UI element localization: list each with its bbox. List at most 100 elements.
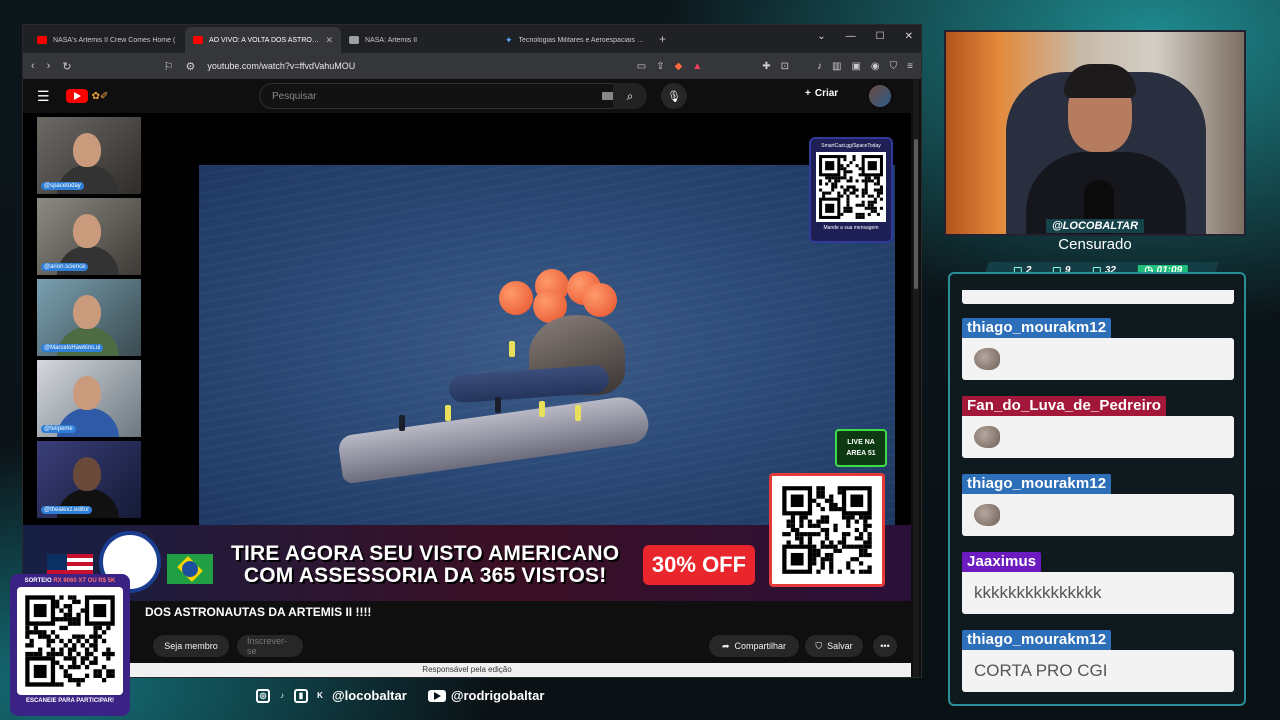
extensions-icon[interactable]: ✚	[762, 61, 770, 72]
qr-code	[17, 587, 123, 695]
hamburger-menu-icon[interactable]: ☰	[37, 88, 50, 105]
wallet-icon[interactable]: ▣	[851, 61, 860, 72]
account-avatar[interactable]	[869, 85, 891, 107]
vpn-icon[interactable]: ◉	[871, 61, 880, 72]
edit-notice: Responsável pela edição	[23, 663, 911, 677]
rewards-icon[interactable]: ▲	[692, 61, 702, 72]
seal-emote-icon	[974, 348, 1000, 370]
chat-message-body	[962, 494, 1234, 536]
nasa-favicon-icon	[349, 36, 359, 44]
live-badge-line1: LIVE NA	[847, 439, 875, 446]
create-label: Criar	[814, 88, 839, 99]
cast-icon[interactable]: ▭	[637, 61, 646, 72]
participant-handle: @thealexz.editor	[41, 506, 93, 514]
search-input[interactable]: Pesquisar	[259, 83, 627, 109]
share-arrow-icon: ➦	[721, 640, 730, 651]
create-button[interactable]: + Criar	[805, 88, 838, 99]
kick-icon: K	[317, 691, 323, 700]
brave-shield-icon[interactable]: ◆	[675, 61, 683, 72]
seal-emote-icon	[974, 504, 1000, 526]
share-button[interactable]: ➦ Compartilhar	[709, 635, 799, 657]
tab-nasa-artemis[interactable]: NASA: Artemis II	[341, 27, 497, 53]
chat-username[interactable]: thiago_mourakm12	[962, 318, 1112, 338]
giveaway-prefix: SORTEIO	[24, 578, 52, 584]
save-button[interactable]: ⛉ Salvar	[805, 635, 863, 657]
participant-handle: @felipeme	[41, 425, 76, 433]
url-field[interactable]: youtube.com/watch?v=ffvdVahuMOU	[207, 61, 624, 71]
more-actions-button[interactable]: •••	[873, 635, 897, 657]
music-icon[interactable]: ♪	[817, 61, 822, 72]
tab-title: NASA: Artemis II	[365, 36, 418, 44]
youtube-icon	[427, 689, 446, 702]
giveaway-title: SORTEIO RX 9060 XT OU R$ 5K	[14, 578, 126, 584]
share-icon[interactable]: ⇪	[656, 61, 664, 72]
crew-member	[495, 397, 501, 413]
youtube-page: ☰ ✿✐ Pesquisar ⌕ 🎙︎ + Criar @spacetoday …	[23, 79, 921, 677]
youtube-logo-icon[interactable]	[65, 89, 88, 103]
chat-message-body	[962, 416, 1234, 458]
smartcast-url: SmartCast.gg/SpaceToday	[821, 143, 881, 149]
chat-username[interactable]: Jaaximus	[962, 552, 1042, 572]
minimize-icon[interactable]: —	[846, 31, 856, 42]
scrollbar-thumb[interactable]	[914, 139, 918, 289]
smartcast-qr-panel[interactable]: SmartCast.gg/SpaceToday Mande a sua mens…	[809, 137, 893, 243]
screenshot-icon[interactable]: ⊡	[781, 61, 789, 72]
join-label: Seja membro	[164, 641, 218, 651]
doodle-icon[interactable]: ✿✐	[92, 91, 109, 102]
close-tab-icon[interactable]: ✕	[325, 35, 333, 46]
crew-member	[575, 405, 581, 421]
shield-icon[interactable]: ⛉	[890, 61, 898, 72]
video-player[interactable]: @spacetoday @arion.science @MarceloHawki…	[23, 113, 911, 601]
crew-member	[399, 415, 405, 431]
chat-username[interactable]: thiago_mourakm12	[962, 630, 1112, 650]
banner-qr-panel[interactable]	[769, 473, 885, 587]
streamer-hair	[1064, 64, 1136, 98]
previous-message-fragment	[962, 290, 1234, 304]
plus-icon: +	[805, 88, 811, 99]
participant-handle: @spacetoday	[41, 182, 84, 190]
uprighting-balloon	[583, 283, 617, 317]
chat-username[interactable]: thiago_mourakm12	[962, 474, 1112, 494]
tab-title: AO VIVO: A VOLTA DOS ASTRONA	[209, 36, 320, 44]
tab-artemis-crew[interactable]: NASA's Artemis II Crew Comes Home (	[29, 27, 185, 53]
qr-code	[816, 152, 886, 222]
chat-message-body: CORTA PRO CGI	[962, 650, 1234, 692]
close-window-icon[interactable]: ✕	[905, 31, 913, 42]
back-icon[interactable]: ‹	[31, 60, 35, 72]
chat-message-text: kkkkkkkkkkkkkkk	[974, 583, 1102, 602]
forward-icon[interactable]: ›	[47, 60, 51, 72]
uprighting-balloon	[499, 281, 533, 315]
menu-icon[interactable]: ≡	[907, 61, 913, 72]
tab-title: NASA's Artemis II Crew Comes Home (	[53, 36, 176, 44]
smartcast-caption: Mande a sua mensagem	[823, 225, 879, 231]
chat-message: thiago_mourakm12	[962, 474, 1234, 536]
share-label: Compartilhar	[734, 641, 787, 651]
tab-tecnologias[interactable]: ✦ Tecnologias Militares e Aeroespaciais …	[497, 27, 653, 53]
participant-thumb: @felipeme	[37, 360, 141, 437]
chat-username[interactable]: Fan_do_Luva_de_Pedreiro	[962, 396, 1167, 416]
participant-face	[73, 133, 101, 167]
tab-live-stream[interactable]: AO VIVO: A VOLTA DOS ASTRONA ✕	[185, 27, 341, 53]
site-info-icon[interactable]: ⚙	[185, 60, 195, 73]
search-button[interactable]: ⌕	[613, 83, 647, 109]
new-tab-icon[interactable]: +	[659, 32, 666, 46]
search-placeholder: Pesquisar	[272, 90, 317, 102]
participant-face	[73, 214, 101, 248]
streamer-handle: @LOCOBALTAR	[1045, 219, 1145, 233]
voice-search-button[interactable]: 🎙︎	[661, 83, 687, 109]
banner-text: TIRE AGORA SEU VISTO AMERICANO COM ASSES…	[231, 543, 619, 587]
tab-search-icon[interactable]: ⌄	[817, 31, 825, 42]
sidebar-icon[interactable]: ▥	[832, 61, 841, 72]
gemini-favicon-icon: ✦	[505, 34, 513, 45]
chat-message: thiago_mourakm12 CORTA PRO CGI	[962, 630, 1234, 692]
social-handle-1: @locobaltar	[332, 688, 407, 703]
reload-icon[interactable]: ↻	[62, 60, 71, 73]
maximize-icon[interactable]: ☐	[876, 31, 885, 42]
webcam-label: @LOCOBALTAR Censurado	[944, 216, 1246, 253]
subscribe-button[interactable]: Inscrever-se	[237, 635, 303, 657]
live-badge-line2: AREA 51	[846, 450, 876, 457]
participant-handle: @arion.science	[41, 263, 89, 271]
instagram-icon: ◎	[256, 688, 270, 703]
bookmark-icon[interactable]: ⚐	[164, 60, 174, 73]
join-button[interactable]: Seja membro	[153, 635, 229, 657]
